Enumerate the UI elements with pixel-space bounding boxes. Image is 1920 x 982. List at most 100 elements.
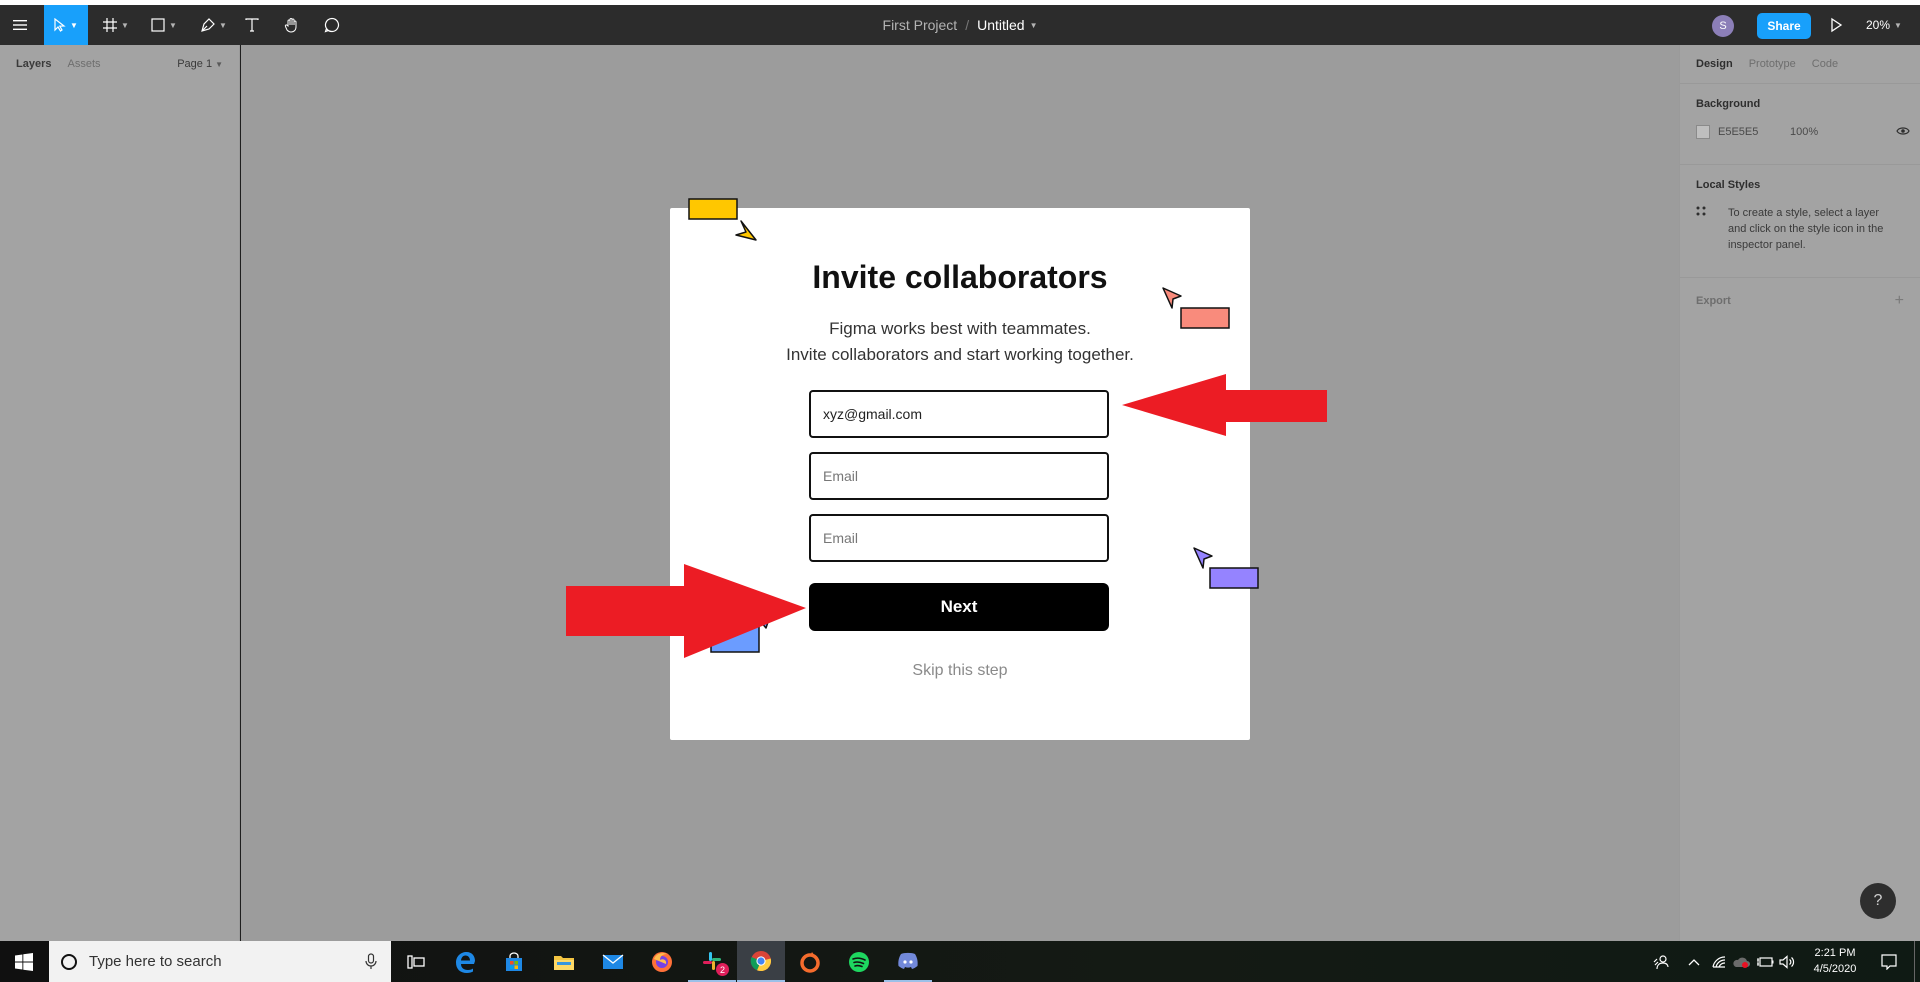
chevron-down-icon[interactable]: ▼: [1030, 21, 1038, 30]
origin-icon: [800, 951, 820, 973]
edge-icon: [456, 951, 475, 973]
background-fill-row: E5E5E5 100%: [1696, 124, 1910, 140]
pen-icon: [201, 18, 215, 32]
background-heading: Background: [1696, 98, 1761, 110]
local-styles-hint: To create a style, select a layer and cl…: [1728, 207, 1884, 251]
purple-cursor-decoration: [1193, 547, 1259, 589]
volume-icon[interactable]: [1776, 941, 1798, 982]
red-arrow-annotation-next: [566, 564, 806, 658]
move-arrow-icon: [54, 18, 66, 32]
hamburger-icon: [13, 20, 27, 30]
play-icon: [1831, 17, 1843, 33]
red-arrow-annotation-email: [1122, 374, 1327, 436]
taskbar-origin[interactable]: [786, 941, 834, 982]
taskbar-mail[interactable]: [589, 941, 637, 982]
spotify-icon: [849, 951, 869, 972]
background-swatch[interactable]: [1696, 125, 1710, 139]
share-button[interactable]: Share: [1757, 13, 1811, 39]
modal-subtitle-line-2: Invite collaborators and start working t…: [786, 345, 1134, 364]
breadcrumb-separator: /: [965, 17, 970, 33]
email-field-1[interactable]: [809, 390, 1109, 438]
tab-prototype[interactable]: Prototype: [1749, 58, 1796, 70]
invite-collaborators-modal: Invite collaborators Figma works best wi…: [670, 198, 1259, 740]
taskbar-chrome[interactable]: [737, 941, 785, 982]
taskbar-search-input[interactable]: Type here to search: [49, 941, 391, 982]
background-opacity-field[interactable]: 100%: [1790, 126, 1818, 138]
onedrive-icon[interactable]: [1730, 941, 1752, 982]
mail-icon: [602, 953, 624, 969]
taskbar-clock[interactable]: 2:21 PM 4/5/2020: [1800, 945, 1870, 977]
clock-time: 2:21 PM: [1814, 947, 1856, 959]
tab-design[interactable]: Design: [1696, 58, 1733, 70]
yellow-cursor-decoration: [688, 198, 757, 241]
main-menu-button[interactable]: [0, 5, 40, 45]
tab-layers[interactable]: Layers: [16, 58, 51, 70]
shape-tool-button[interactable]: ▼: [144, 5, 184, 45]
next-button[interactable]: Next: [809, 583, 1109, 631]
taskbar-discord[interactable]: [884, 941, 932, 982]
start-button[interactable]: [0, 941, 48, 982]
chevron-down-icon: ▼: [219, 20, 227, 30]
chrome-icon: [750, 950, 772, 971]
tab-assets[interactable]: Assets: [67, 58, 100, 70]
discord-icon: [898, 952, 918, 969]
export-row: Export +: [1696, 292, 1904, 310]
email-field-2[interactable]: [809, 452, 1109, 500]
task-view-icon: [407, 954, 425, 969]
salmon-cursor-decoration: [1162, 287, 1230, 329]
export-heading: Export: [1696, 295, 1731, 307]
taskbar-firefox[interactable]: [638, 941, 686, 982]
text-icon: [245, 18, 259, 32]
taskbar-store[interactable]: [490, 941, 538, 982]
people-icon: [1653, 954, 1669, 969]
people-button[interactable]: [1648, 941, 1674, 982]
email-field-3[interactable]: [809, 514, 1109, 562]
background-section: Background E5E5E5 100%: [1680, 83, 1920, 164]
clock-date: 4/5/2020: [1813, 963, 1857, 975]
windows-logo-icon: [15, 952, 33, 971]
eye-icon[interactable]: [1896, 126, 1910, 139]
taskbar-edge[interactable]: [442, 941, 490, 982]
file-name[interactable]: Untitled: [977, 17, 1024, 33]
folder-icon: [554, 955, 574, 970]
move-tool-button[interactable]: ▼: [44, 5, 88, 45]
hand-tool-button[interactable]: [280, 5, 304, 45]
add-export-icon[interactable]: +: [1895, 292, 1904, 310]
comment-icon: [324, 17, 340, 33]
help-button[interactable]: ?: [1860, 883, 1896, 919]
page-name: Page 1: [177, 58, 213, 70]
frame-tool-button[interactable]: ▼: [96, 5, 136, 45]
tab-code[interactable]: Code: [1812, 58, 1838, 70]
battery-icon[interactable]: [1754, 941, 1776, 982]
zoom-level: 20%: [1866, 18, 1891, 32]
background-hex-field[interactable]: E5E5E5: [1718, 126, 1790, 138]
microphone-icon[interactable]: [365, 953, 377, 970]
chevron-down-icon: ▼: [215, 60, 223, 69]
avatar[interactable]: S: [1712, 15, 1734, 37]
chevron-down-icon: ▼: [1894, 20, 1902, 30]
comment-tool-button[interactable]: [320, 5, 344, 45]
present-button[interactable]: [1827, 16, 1845, 34]
zoom-dropdown[interactable]: 20% ▼: [1866, 5, 1902, 45]
show-desktop-button[interactable]: [1914, 941, 1915, 982]
notification-icon: [1881, 953, 1897, 970]
left-panel: Layers Assets Page 1 ▼: [0, 45, 240, 941]
taskbar-spotify[interactable]: [835, 941, 883, 982]
project-name[interactable]: First Project: [883, 17, 958, 33]
text-tool-button[interactable]: [240, 5, 264, 45]
rectangle-icon: [151, 18, 165, 32]
chevron-up-icon[interactable]: [1684, 941, 1704, 982]
firefox-icon: [652, 951, 672, 972]
figma-window: ▼ ▼ ▼ ▼ First Project / Untitled ▼ S Sha…: [0, 0, 1920, 982]
right-panel-tabs: Design Prototype Code: [1680, 45, 1920, 83]
network-icon[interactable]: [1708, 941, 1730, 982]
page-selector[interactable]: Page 1 ▼: [177, 58, 223, 70]
top-toolbar: ▼ ▼ ▼ ▼ First Project / Untitled ▼ S Sha…: [0, 0, 1920, 45]
taskbar-slack[interactable]: 2: [688, 941, 736, 982]
action-center-button[interactable]: [1874, 941, 1904, 982]
task-view-button[interactable]: [392, 941, 440, 982]
skip-step-link[interactable]: Skip this step: [670, 662, 1250, 680]
hand-icon: [284, 18, 297, 33]
taskbar-file-explorer[interactable]: [540, 941, 588, 982]
pen-tool-button[interactable]: ▼: [194, 5, 234, 45]
